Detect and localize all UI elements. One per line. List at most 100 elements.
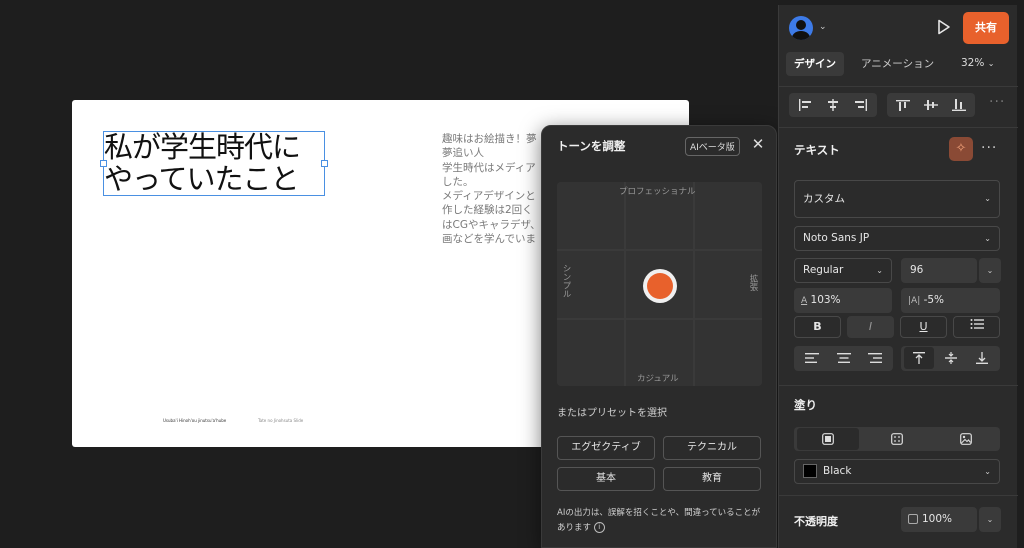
preset-basic-button[interactable]: 基本: [557, 467, 655, 491]
font-weight-value: Regular: [803, 264, 844, 276]
preset-executive-button[interactable]: エグゼクティブ: [557, 436, 655, 460]
ai-beta-badge: AIベータ版: [685, 137, 740, 156]
chevron-down-icon: ⌄: [987, 59, 995, 68]
text-align-top-icon[interactable]: [904, 347, 934, 369]
slide-body-text[interactable]: 趣味はお絵描き！夢 夢追い人 学生時代はメディア した。 メディアデザインと 作…: [442, 132, 552, 248]
opacity-input[interactable]: 100%: [901, 507, 977, 532]
slide-footer-left: Usuba'i Hinoh'ou jinutsu'a'hube: [163, 418, 227, 423]
text-align-center-icon[interactable]: [829, 347, 859, 369]
font-family-select[interactable]: Noto Sans JP ⌄: [794, 226, 1000, 251]
bold-button[interactable]: B: [794, 316, 841, 338]
preset-technical-button[interactable]: テクニカル: [663, 436, 761, 460]
letter-spacing-input[interactable]: |A| -5%: [901, 288, 1000, 313]
list-button[interactable]: [953, 316, 1000, 338]
axis-label-expanded: 拡張: [748, 274, 758, 291]
font-weight-select[interactable]: Regular ⌄: [794, 258, 892, 283]
align-center-icon[interactable]: [820, 94, 846, 116]
close-icon[interactable]: ✕: [750, 136, 766, 152]
align-bottom-icon[interactable]: [946, 94, 972, 116]
opacity-dropdown[interactable]: ⌄: [979, 507, 1001, 532]
tone-cell[interactable]: [557, 182, 624, 249]
align-left-icon[interactable]: [792, 94, 818, 116]
font-size-dropdown[interactable]: ⌄: [979, 258, 1001, 283]
ai-sparkle-icon[interactable]: ✧: [949, 137, 973, 161]
font-family-value: Noto Sans JP: [803, 232, 870, 244]
design-panel: ⌄ 共有 デザイン アニメーション 32% ⌄ ··· テキスト ✧ ··· カ…: [778, 5, 1018, 548]
ai-disclaimer-text: AIの出力は、誤解を招くことや、間違っていることがあります: [557, 508, 761, 533]
text-align-bottom-icon[interactable]: [967, 347, 997, 369]
chevron-down-icon: ⌄: [984, 194, 991, 203]
opacity-value: 100%: [922, 513, 953, 525]
tone-cell[interactable]: [557, 320, 624, 386]
font-size-input[interactable]: 96: [901, 258, 977, 283]
text-align-left-icon[interactable]: [797, 347, 827, 369]
text-style-value: カスタム: [803, 193, 845, 205]
opacity-icon: [908, 514, 918, 524]
chevron-down-icon[interactable]: ⌄: [819, 22, 827, 32]
more-options-icon[interactable]: ···: [981, 140, 997, 156]
letter-spacing-icon: |A|: [908, 296, 921, 306]
letter-spacing-value: -5%: [923, 294, 945, 306]
align-top-icon[interactable]: [890, 94, 916, 116]
info-icon[interactable]: i: [593, 522, 605, 533]
chevron-down-icon: ⌄: [876, 266, 883, 275]
tone-title: トーンを調整: [557, 139, 626, 153]
italic-button[interactable]: I: [847, 316, 894, 338]
bullet-list-icon: [970, 319, 984, 329]
preset-label: またはプリセットを選択: [557, 408, 667, 419]
zoom-level[interactable]: 32% ⌄: [961, 57, 994, 69]
play-icon[interactable]: [937, 19, 951, 35]
axis-label-professional: プロフェッショナル: [619, 187, 696, 197]
line-height-input[interactable]: A 103%: [794, 288, 892, 313]
opacity-section-title: 不透明度: [794, 515, 838, 528]
fill-section-title: 塗り: [794, 398, 817, 412]
fill-color-select[interactable]: Black ⌄: [794, 459, 1000, 484]
tab-design[interactable]: デザイン: [786, 52, 844, 76]
more-align-icon[interactable]: ···: [989, 94, 1005, 110]
vertical-align-group: [887, 93, 975, 117]
divider: [779, 127, 1018, 128]
color-swatch: [803, 464, 817, 478]
slide-title-line2: やっていたこと: [104, 162, 300, 196]
align-right-icon[interactable]: [848, 94, 874, 116]
avatar[interactable]: [789, 16, 813, 40]
preset-education-button[interactable]: 教育: [663, 467, 761, 491]
pattern-fill-icon[interactable]: [866, 428, 928, 450]
text-style-select[interactable]: カスタム ⌄: [794, 180, 1000, 218]
text-align-right-icon[interactable]: [860, 347, 890, 369]
line-height-icon: A: [801, 296, 808, 306]
divider: [779, 495, 1018, 496]
tone-adjust-popup: トーンを調整 AIベータ版 ✕ プロフェッショナル カジュアル シンプル 拡張 …: [541, 125, 777, 548]
axis-label-simple: シンプル: [561, 264, 571, 298]
slide-footer-right: Tate no Jinohsuta Slide: [258, 418, 304, 423]
underline-label: U: [919, 320, 928, 333]
italic-label: I: [868, 320, 873, 333]
resize-handle-right[interactable]: [321, 160, 328, 167]
tab-animation[interactable]: アニメーション: [853, 52, 942, 76]
text-section-title: テキスト: [794, 143, 840, 157]
share-button[interactable]: 共有: [963, 12, 1009, 44]
bold-label: B: [813, 320, 822, 333]
zoom-value: 32%: [961, 57, 985, 69]
image-fill-icon[interactable]: [935, 428, 997, 450]
chevron-down-icon: ⌄: [984, 467, 991, 476]
ai-disclaimer: AIの出力は、誤解を招くことや、間違っていることがあります i: [557, 506, 767, 536]
slide-title-line1: 私が学生時代に: [104, 130, 301, 164]
tone-cell[interactable]: [695, 182, 762, 249]
chevron-down-icon: ⌄: [984, 234, 991, 243]
divider: [779, 86, 1018, 87]
text-vertical-align-group: [901, 346, 1000, 371]
underline-button[interactable]: U: [900, 316, 947, 338]
align-middle-icon[interactable]: [918, 94, 944, 116]
fill-type-group: [794, 427, 1000, 451]
tone-cell[interactable]: [695, 320, 762, 386]
text-align-middle-icon[interactable]: [936, 347, 966, 369]
slide-title[interactable]: 私が学生時代に やっていたこと: [104, 130, 301, 196]
text-align-group: [794, 346, 893, 371]
tone-selector-dot[interactable]: [643, 269, 677, 303]
fill-color-value: Black: [823, 465, 852, 477]
divider: [779, 385, 1018, 386]
solid-fill-icon[interactable]: [797, 428, 859, 450]
font-size-value: 96: [910, 264, 924, 276]
horizontal-align-group: [789, 93, 877, 117]
